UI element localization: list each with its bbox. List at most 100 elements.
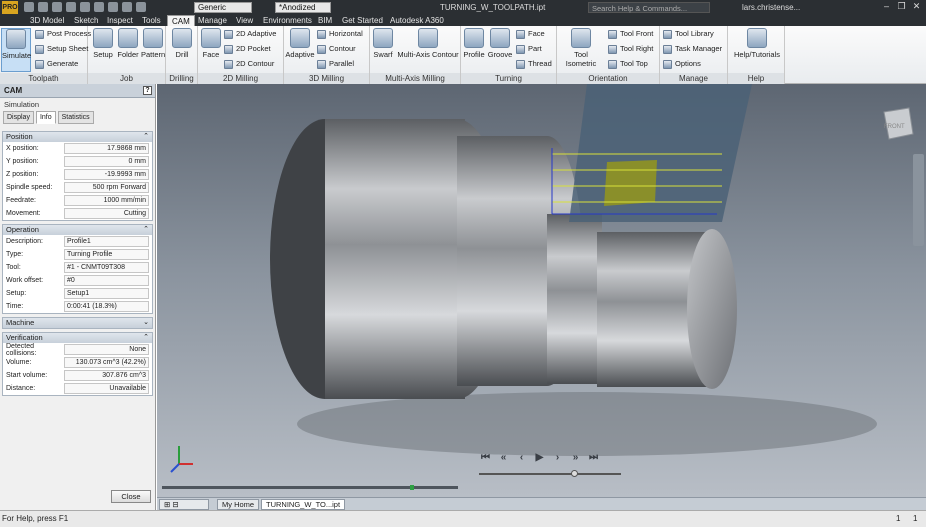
- panel-turning: Profile Groove Face Part Thread Turning: [461, 26, 557, 84]
- cam-browser-panel: CAM ? Simulation Display Info Statistics…: [0, 84, 156, 510]
- swarf-button[interactable]: Swarf: [372, 28, 394, 59]
- tab-bim[interactable]: BIM: [314, 15, 336, 26]
- tab-tools[interactable]: Tools: [138, 15, 165, 26]
- pattern-button[interactable]: Pattern: [141, 28, 165, 59]
- 2d-adaptive-button[interactable]: 2D Adaptive: [224, 29, 276, 39]
- collapse-icon: ⌃: [143, 334, 149, 341]
- groove-button[interactable]: Groove: [487, 28, 513, 59]
- parallel-button[interactable]: Parallel: [317, 59, 354, 69]
- tab-turning-document[interactable]: TURNING_W_TO...ipt: [261, 499, 346, 510]
- app-logo-icon[interactable]: PRO: [2, 1, 18, 14]
- minimize-icon[interactable]: –: [879, 0, 894, 13]
- tool-library-button[interactable]: Tool Library: [663, 29, 714, 39]
- thread-icon: [516, 59, 525, 69]
- operation-group-header[interactable]: Operation ⌃: [3, 225, 152, 235]
- task-manager-button[interactable]: Task Manager: [663, 44, 722, 54]
- machine-group-header[interactable]: Machine ⌄: [3, 318, 152, 328]
- navigation-bar[interactable]: [913, 154, 924, 246]
- profile-button[interactable]: Profile: [462, 28, 486, 59]
- contour-button[interactable]: Contour: [317, 44, 356, 54]
- folder-button[interactable]: Folder: [116, 28, 140, 59]
- browser-title[interactable]: CAM: [4, 86, 22, 95]
- go-to-end-icon[interactable]: ⏭: [587, 452, 600, 463]
- redo-icon[interactable]: [80, 2, 90, 12]
- slider-knob[interactable]: [571, 470, 578, 477]
- tab-manage[interactable]: Manage: [194, 15, 231, 26]
- tab-get-started[interactable]: Get Started: [338, 15, 387, 26]
- options-button[interactable]: Options: [663, 59, 701, 69]
- parallel-icon: [317, 59, 326, 69]
- undo-icon[interactable]: [66, 2, 76, 12]
- 2d-contour-button[interactable]: 2D Contour: [224, 59, 274, 69]
- help-icon[interactable]: ?: [143, 86, 152, 95]
- restore-icon[interactable]: ❐: [894, 0, 909, 13]
- tile-windows-icon[interactable]: ⊞ ⊟: [159, 499, 209, 510]
- help-tutorials-button[interactable]: Help/Tutorials: [730, 28, 784, 59]
- previous-icon[interactable]: «: [497, 452, 510, 463]
- go-to-start-icon[interactable]: ⏮: [479, 452, 492, 463]
- face-mill-button[interactable]: Face: [200, 28, 222, 59]
- return-icon[interactable]: [108, 2, 118, 12]
- tab-3d-model[interactable]: 3D Model: [26, 15, 68, 26]
- 2d-pocket-button[interactable]: 2D Pocket: [224, 44, 271, 54]
- viewcube-label[interactable]: FRONT: [884, 124, 905, 130]
- tab-autodesk-a360[interactable]: Autodesk A360: [386, 15, 448, 26]
- next-icon[interactable]: »: [569, 452, 582, 463]
- pattern-icon: [143, 28, 163, 48]
- setup-sheet-button[interactable]: Setup Sheet: [35, 44, 88, 54]
- tool-right-button[interactable]: Tool Right: [608, 44, 653, 54]
- multi-axis-contour-button[interactable]: Multi-Axis Contour: [396, 28, 460, 59]
- play-icon[interactable]: ▶: [533, 452, 546, 463]
- tab-info[interactable]: Info: [35, 111, 56, 124]
- select-icon[interactable]: [136, 2, 146, 12]
- thread-button[interactable]: Thread: [516, 59, 552, 69]
- close-window-icon[interactable]: ✕: [909, 0, 924, 13]
- tool-top-button[interactable]: Tool Top: [608, 59, 648, 69]
- panel-drilling: Drill Drilling: [166, 26, 198, 84]
- home-icon[interactable]: [94, 2, 104, 12]
- tab-view[interactable]: View: [232, 15, 257, 26]
- horizontal-button[interactable]: Horizontal: [317, 29, 363, 39]
- setup-button[interactable]: Setup: [92, 28, 114, 59]
- tool-front-button[interactable]: Tool Front: [608, 29, 653, 39]
- open-icon[interactable]: [38, 2, 48, 12]
- update-icon[interactable]: [122, 2, 132, 12]
- verification-group-header[interactable]: Verification ⌃: [3, 333, 152, 343]
- turning-face-button[interactable]: Face: [516, 29, 545, 39]
- adaptive-button[interactable]: Adaptive: [285, 28, 315, 59]
- playback-speed-slider[interactable]: [479, 470, 621, 477]
- tab-environments[interactable]: Environments: [259, 15, 316, 26]
- tab-statistics[interactable]: Statistics: [57, 111, 94, 124]
- generate-button[interactable]: Generate: [35, 59, 78, 69]
- step-back-icon[interactable]: ‹: [515, 452, 528, 463]
- user-account[interactable]: lars.christense...: [742, 3, 800, 12]
- appearance-combo[interactable]: Generic: [194, 2, 252, 13]
- timeline-marker[interactable]: [410, 485, 414, 490]
- simulation-timeline[interactable]: [162, 485, 458, 490]
- position-group-header[interactable]: Position ⌃: [3, 132, 152, 142]
- close-button[interactable]: Close: [111, 490, 151, 503]
- tab-cam[interactable]: CAM: [167, 15, 195, 26]
- generate-icon: [35, 59, 44, 69]
- part-button[interactable]: Part: [516, 44, 542, 54]
- tab-my-home[interactable]: My Home: [217, 499, 260, 510]
- simulate-button[interactable]: Simulate: [1, 28, 31, 72]
- tab-display[interactable]: Display: [3, 111, 34, 124]
- panel-label: Multi-Axis Milling: [370, 73, 460, 84]
- drill-button[interactable]: Drill: [170, 28, 194, 59]
- setup-icon: [93, 28, 113, 48]
- save-icon[interactable]: [52, 2, 62, 12]
- info-row: Description: Profile1: [3, 235, 152, 248]
- post-process-button[interactable]: Post Process: [35, 29, 91, 39]
- help-search-input[interactable]: Search Help & Commands...: [588, 2, 710, 13]
- simulation-scene: [170, 84, 914, 473]
- tab-inspect[interactable]: Inspect: [103, 15, 137, 26]
- panel-label: Help: [728, 73, 784, 84]
- part-icon: [516, 44, 525, 54]
- new-icon[interactable]: [24, 2, 34, 12]
- tool-isometric-button[interactable]: Tool Isometric: [558, 28, 604, 68]
- step-forward-icon[interactable]: ›: [551, 452, 564, 463]
- tab-sketch[interactable]: Sketch: [70, 15, 102, 26]
- material-combo[interactable]: *Anodized: [275, 2, 331, 13]
- graphics-viewport[interactable]: FRONT ⏮ « ‹ ▶ › » ⏭: [157, 84, 926, 497]
